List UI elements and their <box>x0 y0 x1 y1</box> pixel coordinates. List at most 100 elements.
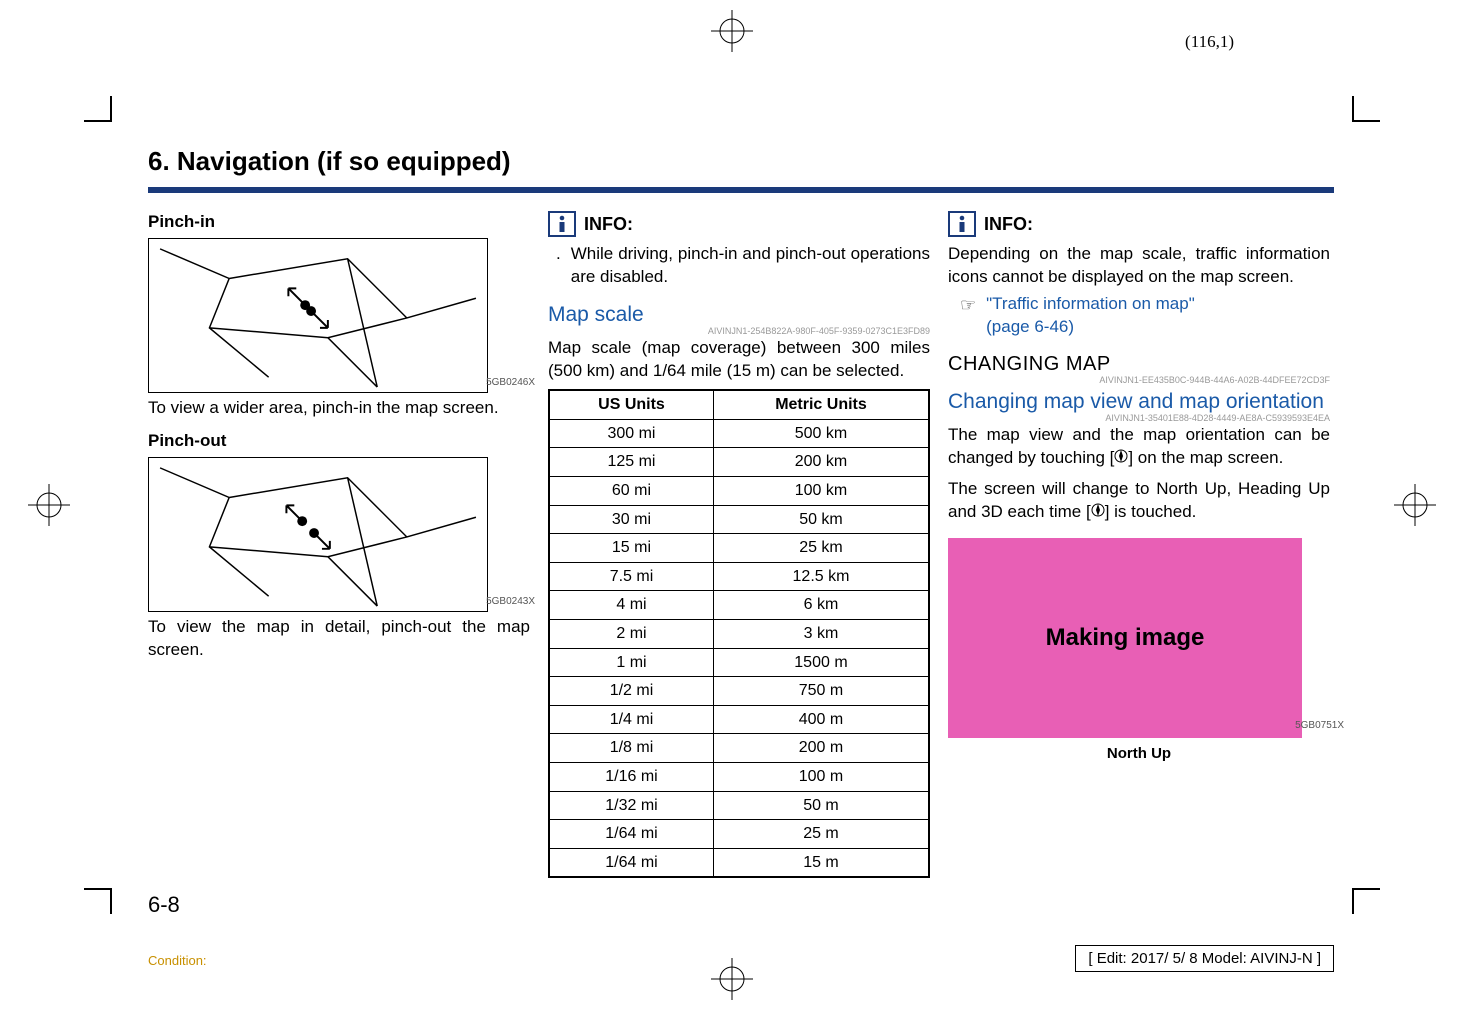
xref-text: "Traffic information on map" (page 6-46) <box>986 293 1195 339</box>
pinch-in-text: To view a wider area, pinch-in the map s… <box>148 397 530 420</box>
info-bullet: . While driving, pinch-in and pinch-out … <box>548 243 930 289</box>
table-cell: 1/64 mi <box>549 848 713 877</box>
table-header-us: US Units <box>549 390 713 419</box>
info-icon <box>948 211 976 237</box>
table-cell: 12.5 km <box>713 562 929 591</box>
info-callout: INFO: <box>548 211 930 237</box>
table-cell: 25 km <box>713 534 929 563</box>
table-row: 4 mi6 km <box>549 591 929 620</box>
figure-caption: North Up <box>948 744 1330 764</box>
crop-mark <box>1352 96 1354 122</box>
table-row: 1/64 mi15 m <box>549 848 929 877</box>
pinch-in-illustration: 5GB0246X <box>148 238 488 393</box>
info-label: INFO: <box>584 212 633 236</box>
table-cell: 2 mi <box>549 619 713 648</box>
table-cell: 125 mi <box>549 448 713 477</box>
table-cell: 25 m <box>713 820 929 849</box>
table-cell: 50 km <box>713 505 929 534</box>
scale-table: US Units Metric Units 300 mi500 km125 mi… <box>548 389 930 878</box>
page-content: 6. Navigation (if so equipped) Pinch-in … <box>148 146 1334 878</box>
bullet-marker: . <box>556 243 561 289</box>
subheading-pinch-in: Pinch-in <box>148 211 530 234</box>
table-header-metric: Metric Units <box>713 390 929 419</box>
column-1: Pinch-in 5GB0246X To view a wider area, … <box>148 211 530 878</box>
table-row: 7.5 mi12.5 km <box>549 562 929 591</box>
table-row: 15 mi25 km <box>549 534 929 563</box>
edit-info-box: [ Edit: 2017/ 5/ 8 Model: AIVINJ-N ] <box>1075 945 1334 972</box>
illustration-code: 5GB0243X <box>486 595 535 609</box>
table-cell: 60 mi <box>549 477 713 506</box>
table-cell: 1/64 mi <box>549 820 713 849</box>
table-header-row: US Units Metric Units <box>549 390 929 419</box>
table-cell: 50 m <box>713 791 929 820</box>
info-callout: INFO: <box>948 211 1330 237</box>
subheading-pinch-out: Pinch-out <box>148 430 530 453</box>
table-cell: 1500 m <box>713 648 929 677</box>
column-3: INFO: Depending on the map scale, traffi… <box>948 211 1330 878</box>
illustration-code: 5GB0246X <box>486 376 535 390</box>
table-row: 1 mi1500 m <box>549 648 929 677</box>
orientation-text-1: The map view and the map orientation can… <box>948 424 1330 470</box>
crop-mark <box>1354 888 1380 890</box>
map-scale-text: Map scale (map coverage) between 300 mil… <box>548 337 930 383</box>
registration-mark-bottom <box>711 958 753 1000</box>
table-row: 125 mi200 km <box>549 448 929 477</box>
table-row: 30 mi50 km <box>549 505 929 534</box>
table-cell: 400 m <box>713 705 929 734</box>
table-row: 60 mi100 km <box>549 477 929 506</box>
table-cell: 1/8 mi <box>549 734 713 763</box>
table-cell: 1/32 mi <box>549 791 713 820</box>
crop-mark <box>110 96 112 122</box>
table-row: 1/16 mi100 m <box>549 762 929 791</box>
table-cell: 500 km <box>713 419 929 448</box>
table-cell: 30 mi <box>549 505 713 534</box>
condition-label: Condition: <box>148 953 207 968</box>
making-image-placeholder: Making image 5GB0751X <box>948 538 1302 738</box>
info-icon <box>548 211 576 237</box>
bullet-text: While driving, pinch-in and pinch-out op… <box>571 243 930 289</box>
info-label: INFO: <box>984 212 1033 236</box>
registration-mark-left <box>28 484 70 526</box>
table-cell: 200 km <box>713 448 929 477</box>
crop-mark <box>84 888 110 890</box>
pinch-out-illustration: 5GB0243X <box>148 457 488 612</box>
table-cell: 3 km <box>713 619 929 648</box>
table-cell: 1/16 mi <box>549 762 713 791</box>
cross-reference: ☞ "Traffic information on map" (page 6-4… <box>948 293 1330 339</box>
table-cell: 1 mi <box>549 648 713 677</box>
table-cell: 100 km <box>713 477 929 506</box>
table-cell: 15 m <box>713 848 929 877</box>
crop-mark <box>1352 888 1354 914</box>
title-rule <box>148 187 1334 193</box>
column-2: INFO: . While driving, pinch-in and pinc… <box>548 211 930 878</box>
table-cell: 1/4 mi <box>549 705 713 734</box>
table-row: 1/32 mi50 m <box>549 791 929 820</box>
orientation-text-2: The screen will change to North Up, Head… <box>948 478 1330 524</box>
crop-mark <box>110 888 112 914</box>
pinch-out-text: To view the map in detail, pinch-out the… <box>148 616 530 662</box>
table-row: 2 mi3 km <box>549 619 929 648</box>
registration-mark-top <box>711 10 753 52</box>
columns: Pinch-in 5GB0246X To view a wider area, … <box>148 211 1334 878</box>
table-row: 300 mi500 km <box>549 419 929 448</box>
pointing-hand-icon: ☞ <box>960 293 976 339</box>
table-cell: 7.5 mi <box>549 562 713 591</box>
table-cell: 100 m <box>713 762 929 791</box>
table-cell: 1/2 mi <box>549 677 713 706</box>
page-number-top: (116,1) <box>1185 32 1234 52</box>
chapter-title: 6. Navigation (if so equipped) <box>148 146 1334 177</box>
crop-mark <box>1354 120 1380 122</box>
table-cell: 750 m <box>713 677 929 706</box>
table-cell: 4 mi <box>549 591 713 620</box>
registration-mark-right <box>1394 484 1436 526</box>
table-cell: 15 mi <box>549 534 713 563</box>
illustration-code: 5GB0751X <box>1295 719 1344 733</box>
table-row: 1/2 mi750 m <box>549 677 929 706</box>
compass-icon <box>1091 501 1105 524</box>
table-row: 1/8 mi200 m <box>549 734 929 763</box>
table-row: 1/64 mi25 m <box>549 820 929 849</box>
table-cell: 6 km <box>713 591 929 620</box>
table-cell: 200 m <box>713 734 929 763</box>
compass-icon <box>1114 447 1128 470</box>
info-text: Depending on the map scale, traffic info… <box>948 243 1330 289</box>
